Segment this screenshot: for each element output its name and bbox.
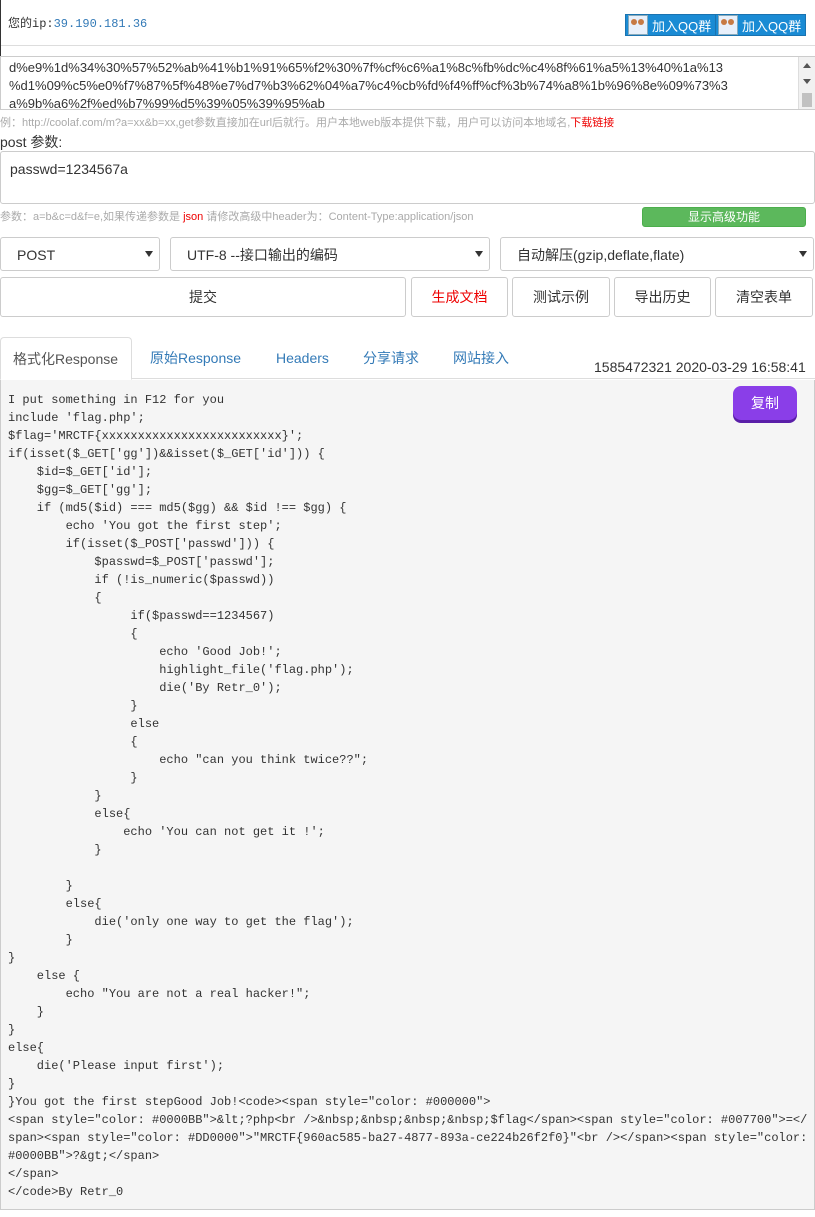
- post-hint-after: 请修改高级中header为：Content-Type:application/j…: [203, 211, 474, 223]
- join-qq-label: 加入QQ群: [742, 18, 802, 34]
- url-line: d%e9%1d%34%30%57%52%ab%41%b1%91%65%f2%30…: [9, 60, 724, 75]
- window-edge: [0, 0, 1, 58]
- tab-site-integration[interactable]: 网站接入: [441, 337, 521, 379]
- show-advanced-button[interactable]: 显示高级功能: [642, 207, 806, 227]
- scroll-thumb[interactable]: [802, 93, 812, 107]
- post-hint: 参数：a=b&c=d&f=e,如果传递参数是 json 请修改高级中header…: [0, 208, 474, 224]
- chevron-down-icon: [145, 251, 153, 257]
- url-hint-text: 例：http://coolaf.com/m?a=xx&b=xx,get参数直接加…: [0, 117, 571, 129]
- url-line: %d1%09%c5%e0%f7%87%5f%48%e7%d7%b3%62%04%…: [9, 78, 728, 93]
- url-scrollbar[interactable]: [798, 57, 815, 109]
- tab-share-request[interactable]: 分享请求: [351, 337, 431, 379]
- generate-doc-button[interactable]: 生成文档: [411, 277, 508, 317]
- chevron-down-icon: [475, 251, 483, 257]
- post-params-textarea[interactable]: passwd=1234567a: [0, 151, 815, 204]
- download-link[interactable]: 下载链接: [570, 117, 614, 129]
- ip-value: 39.190.181.36: [53, 17, 148, 31]
- qq-group-icon: [718, 15, 738, 35]
- scroll-down-icon[interactable]: [803, 79, 811, 84]
- tab-raw-response[interactable]: 原始Response: [138, 337, 253, 379]
- decompress-select-value: 自动解压(gzip,deflate,flate): [517, 247, 685, 263]
- qq-group-icon: [628, 15, 648, 35]
- tab-formatted-response[interactable]: 格式化Response: [0, 337, 132, 380]
- tab-headers[interactable]: Headers: [264, 337, 341, 379]
- join-qq-group-button-2[interactable]: 加入QQ群: [715, 14, 807, 36]
- copy-button[interactable]: 复制: [733, 386, 797, 420]
- url-text: d%e9%1d%34%30%57%52%ab%41%b1%91%65%f2%30…: [9, 59, 791, 110]
- test-example-button[interactable]: 测试示例: [512, 277, 610, 317]
- url-textarea[interactable]: d%e9%1d%34%30%57%52%ab%41%b1%91%65%f2%30…: [0, 56, 815, 110]
- join-qq-label: 加入QQ群: [652, 18, 712, 34]
- post-params-value: passwd=1234567a: [10, 161, 128, 177]
- url-line: a%9b%a6%2f%ed%b7%99%d5%39%05%39%95%ab: [9, 96, 325, 110]
- post-params-label: post 参数:: [0, 134, 63, 150]
- export-history-button[interactable]: 导出历史: [614, 277, 711, 317]
- response-body: I put something in F12 for you include '…: [8, 393, 808, 1199]
- ip-display: 您的ip:39.190.181.36: [8, 14, 147, 31]
- response-panel: I put something in F12 for you include '…: [0, 380, 815, 1210]
- url-hint: 例：http://coolaf.com/m?a=xx&b=xx,get参数直接加…: [0, 114, 614, 130]
- chevron-down-icon: [799, 251, 807, 257]
- method-select[interactable]: POST: [0, 237, 160, 271]
- post-hint-json: json: [183, 211, 204, 223]
- ip-label: 您的ip:: [8, 17, 54, 31]
- clear-form-button[interactable]: 清空表单: [715, 277, 813, 317]
- submit-button[interactable]: 提交: [0, 277, 406, 317]
- join-qq-group-button-1[interactable]: 加入QQ群: [625, 14, 717, 36]
- scroll-up-icon[interactable]: [803, 63, 811, 68]
- method-select-value: POST: [17, 247, 56, 263]
- ip-bar: 您的ip:39.190.181.36 加入QQ群 加入QQ群: [0, 0, 815, 58]
- post-hint-before: 参数：a=b&c=d&f=e,如果传递参数是: [0, 211, 184, 223]
- encoding-select[interactable]: UTF-8 --接口输出的编码: [170, 237, 490, 271]
- decompress-select[interactable]: 自动解压(gzip,deflate,flate): [500, 237, 814, 271]
- response-timestamp: 1585472321 2020-03-29 16:58:41: [594, 359, 806, 375]
- encoding-select-value: UTF-8 --接口输出的编码: [187, 247, 338, 263]
